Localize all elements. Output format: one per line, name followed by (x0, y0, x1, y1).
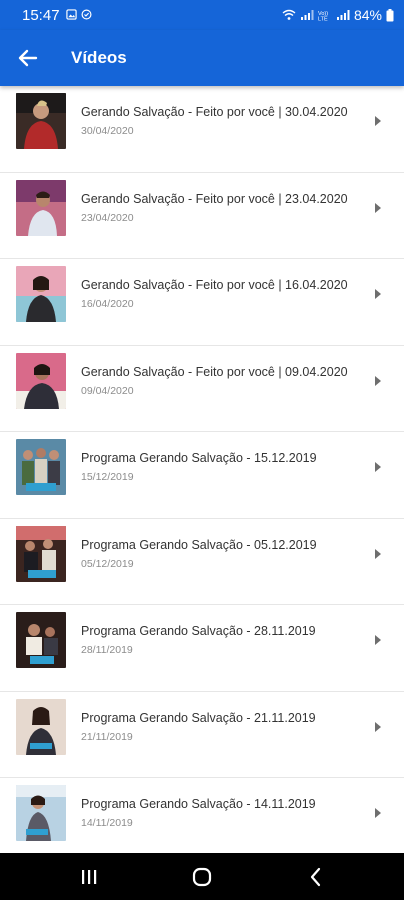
chevron-right-icon (375, 289, 381, 299)
video-item[interactable]: Programa Gerando Salvação - 14.11.2019 1… (0, 778, 404, 853)
chevron-right-icon (375, 635, 381, 645)
signal-icon (300, 10, 314, 20)
chevron-right-icon (375, 808, 381, 818)
battery-icon (386, 8, 394, 21)
video-item[interactable]: Gerando Salvação - Feito por você | 16.0… (0, 259, 404, 346)
video-title: Gerando Salvação - Feito por você | 09.0… (81, 364, 348, 379)
status-bar: 15:47 Vo)) LTE 84% (0, 0, 404, 30)
home-icon[interactable] (190, 865, 214, 889)
video-thumbnail (16, 525, 66, 582)
check-circle-icon (81, 9, 92, 20)
chevron-right-icon (375, 462, 381, 472)
page-title: Vídeos (71, 48, 127, 67)
video-item[interactable]: Programa Gerando Salvação - 15.12.2019 1… (0, 432, 404, 519)
video-date: 23/04/2020 (81, 211, 134, 224)
video-title: Programa Gerando Salvação - 14.11.2019 (81, 797, 316, 811)
app-bar: Vídeos (0, 30, 404, 86)
chevron-right-icon (375, 548, 381, 559)
video-list: Gerando Salvação - Feito por você | 30.0… (0, 86, 404, 853)
video-date: 30/04/2020 (81, 125, 134, 137)
video-date: 15/12/2019 (81, 471, 134, 483)
video-date: 14/11/2019 (81, 817, 133, 829)
recents-icon[interactable] (77, 865, 101, 889)
system-nav-bar (0, 853, 404, 900)
video-title: Gerando Salvação - Feito por você | 16.0… (81, 278, 348, 292)
video-date: 21/11/2019 (81, 730, 133, 743)
video-thumbnail (16, 612, 66, 668)
video-item[interactable]: Programa Gerando Salvação - 28.11.2019 2… (0, 605, 404, 692)
video-date: 28/11/2019 (81, 644, 133, 656)
chevron-right-icon (375, 721, 381, 732)
signal-icon-2 (336, 10, 350, 20)
video-title: Programa Gerando Salvação - 28.11.2019 (81, 624, 316, 638)
video-thumbnail (16, 439, 66, 495)
notification-icons (66, 9, 92, 20)
volte-icon: Vo))LTE (318, 11, 328, 22)
video-thumbnail (16, 93, 66, 149)
status-indicators: Vo)) LTE 84% (282, 7, 394, 23)
video-thumbnail (16, 785, 66, 841)
video-date: 05/12/2019 (81, 557, 134, 570)
status-time: 15:47 (22, 7, 60, 24)
video-thumbnail (16, 266, 66, 322)
chevron-right-icon (375, 202, 381, 213)
video-title: Gerando Salvação - Feito por você | 30.0… (81, 105, 348, 119)
video-item[interactable]: Programa Gerando Salvação - 21.11.2019 2… (0, 692, 404, 778)
video-thumbnail (16, 179, 66, 236)
battery-percent: 84% (353, 7, 382, 23)
video-title: Programa Gerando Salvação - 21.11.2019 (81, 710, 316, 725)
video-title: Programa Gerando Salvação - 15.12.2019 (81, 451, 317, 465)
video-item[interactable]: Gerando Salvação - Feito por você | 09.0… (0, 346, 404, 432)
video-thumbnail (16, 352, 66, 409)
back-icon[interactable] (304, 865, 328, 889)
image-icon (66, 9, 77, 20)
video-title: Programa Gerando Salvação - 05.12.2019 (81, 537, 317, 552)
wifi-icon (282, 9, 296, 20)
video-thumbnail (16, 698, 66, 755)
video-item[interactable]: Gerando Salvação - Feito por você | 23.0… (0, 173, 404, 259)
arrow-left-icon[interactable] (16, 46, 40, 70)
chevron-right-icon (375, 375, 381, 386)
video-item[interactable]: Programa Gerando Salvação - 05.12.2019 0… (0, 519, 404, 605)
video-title: Gerando Salvação - Feito por você | 23.0… (81, 191, 348, 206)
video-date: 09/04/2020 (81, 384, 134, 397)
chevron-right-icon (375, 116, 381, 126)
svg-text:LTE: LTE (318, 17, 328, 22)
video-date: 16/04/2020 (81, 298, 134, 310)
video-item[interactable]: Gerando Salvação - Feito por você | 30.0… (0, 86, 404, 173)
